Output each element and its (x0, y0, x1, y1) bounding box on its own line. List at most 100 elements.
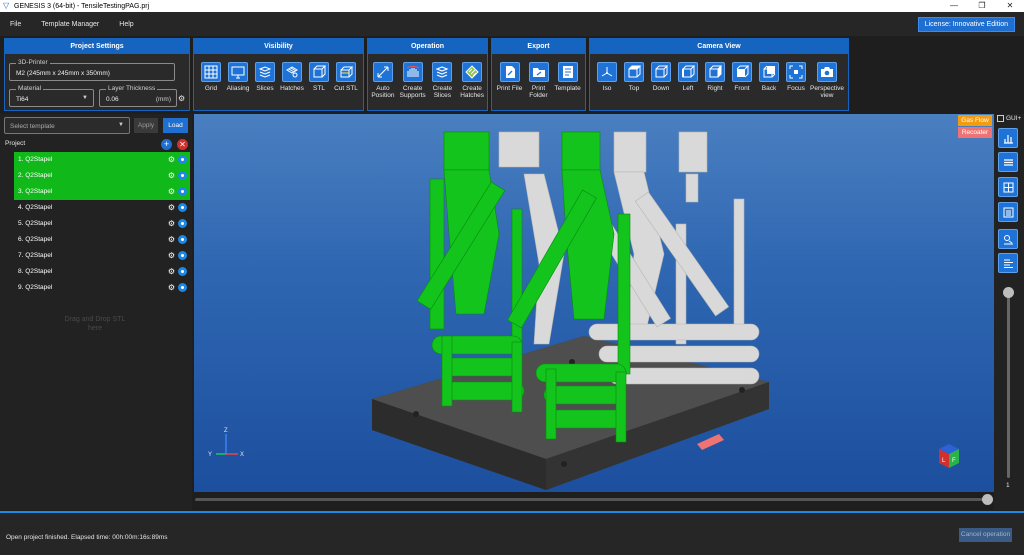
focus-button[interactable]: Focus (783, 62, 809, 99)
down-view-button[interactable]: Down (648, 62, 674, 99)
title-bar: ▽ GENESIS 3 (64-bit) - TensileTestingPAG… (0, 0, 1024, 12)
menu-help[interactable]: Help (109, 21, 143, 28)
hatches-button[interactable]: Hatches (279, 62, 305, 92)
create-slices-button[interactable]: Create Slices (428, 62, 457, 99)
status-bar: Open project finished. Elapsed time: 00h… (0, 513, 1024, 555)
list-item[interactable]: 4. Q2Stapel ⚙ (14, 200, 190, 216)
export-panel: Export Print File Print Folder Template (491, 38, 586, 111)
load-button[interactable]: Load (163, 118, 188, 133)
gear-icon[interactable]: ⚙ (168, 267, 175, 276)
menu-file[interactable]: File (0, 21, 31, 28)
recoater-badge[interactable]: Recoater (958, 127, 992, 138)
gear-icon[interactable]: ⚙ (168, 203, 175, 212)
template-select[interactable]: Select template ▼ (4, 117, 130, 134)
layers-icon (1003, 207, 1014, 218)
app-logo-icon: ▽ (3, 1, 10, 10)
gear-icon[interactable]: ⚙ (168, 235, 175, 244)
eye-icon[interactable] (178, 235, 187, 244)
bar-chart-button[interactable] (998, 128, 1018, 148)
print-folder-button[interactable]: Print Folder (525, 62, 553, 99)
layers-button[interactable] (998, 202, 1018, 222)
menu-template-manager[interactable]: Template Manager (31, 21, 109, 28)
add-part-button[interactable]: + (161, 139, 172, 150)
left-view-button[interactable]: Left (675, 62, 701, 99)
material-select[interactable]: Material Ti64 ▼ (9, 85, 94, 107)
timeline-slider-handle[interactable] (982, 494, 993, 505)
remove-part-button[interactable]: ✕ (177, 139, 188, 150)
list-button[interactable] (998, 152, 1018, 172)
settings-icon (1004, 235, 1013, 245)
template-button[interactable]: Template (554, 62, 582, 99)
close-button[interactable]: ✕ (996, 0, 1024, 12)
export-header: Export (492, 39, 585, 54)
slices-button[interactable]: Slices (252, 62, 278, 92)
list-item[interactable]: 2. Q2Stapel ⚙ (14, 168, 190, 184)
list-item[interactable]: 6. Q2Stapel ⚙ (14, 232, 190, 248)
window-title: GENESIS 3 (64-bit) - TensileTestingPAG.p… (14, 2, 150, 10)
align-button[interactable] (998, 253, 1018, 273)
cut-stl-button[interactable]: Cut STL (333, 62, 359, 92)
operation-header: Operation (368, 39, 487, 54)
top-view-button[interactable]: Top (621, 62, 647, 99)
layer-thickness-label: Layer Thickness (106, 85, 158, 92)
layer-slider-track[interactable] (1007, 292, 1010, 478)
camera-view-panel: Camera View Iso Top Down Left Right Fron… (589, 38, 849, 111)
back-view-button[interactable]: Back (756, 62, 782, 99)
timeline-slider-track[interactable] (195, 498, 987, 501)
gear-icon[interactable]: ⚙ (168, 251, 175, 260)
aliasing-button[interactable]: Aliasing (225, 62, 251, 92)
eye-icon[interactable] (178, 203, 187, 212)
list-item[interactable]: 1. Q2Stapel ⚙ (14, 152, 190, 168)
list-item[interactable]: 8. Q2Stapel ⚙ (14, 264, 190, 280)
gear-icon[interactable]: ⚙ (168, 283, 175, 292)
right-view-button[interactable]: Right (702, 62, 728, 99)
view-cube[interactable] (939, 444, 959, 468)
gear-icon[interactable]: ⚙ (168, 219, 175, 228)
list-item[interactable]: 3. Q2Stapel ⚙ (14, 184, 190, 200)
3d-viewport[interactable]: Z Y X L F (194, 114, 994, 492)
license-button[interactable]: License: Innovative Edition (917, 17, 1015, 32)
minimize-button[interactable]: — (940, 0, 968, 12)
print-file-button[interactable]: Print File (496, 62, 524, 99)
grid-button[interactable]: Grid (198, 62, 224, 92)
eye-icon[interactable] (178, 251, 187, 260)
iso-view-button[interactable]: Iso (594, 62, 620, 99)
list-item[interactable]: 5. Q2Stapel ⚙ (14, 216, 190, 232)
list-item[interactable]: 7. Q2Stapel ⚙ (14, 248, 190, 264)
auto-position-button[interactable]: Auto Position (369, 62, 398, 99)
close-icon: ✕ (179, 140, 186, 149)
layer-slider-handle[interactable] (1003, 287, 1014, 298)
front-view-button[interactable]: Front (729, 62, 755, 99)
apply-button[interactable]: Apply (134, 118, 158, 133)
stl-button[interactable]: STL (306, 62, 332, 92)
gear-icon[interactable]: ⚙ (168, 187, 175, 196)
iso-view-icon (597, 62, 617, 82)
gear-icon[interactable]: ⚙ (168, 171, 175, 180)
project-settings-panel: Project Settings 3D-Printer M2 (245mm x … (4, 38, 190, 111)
axis-y-label: Y (208, 452, 212, 458)
project-label: Project (5, 140, 26, 147)
layer-slider-value: 1 (1006, 482, 1010, 489)
eye-icon[interactable] (178, 283, 187, 292)
settings-gear-icon[interactable]: ⚙ (178, 94, 185, 103)
create-hatches-button[interactable]: Create Hatches (458, 62, 487, 99)
layer-thickness-field[interactable]: Layer Thickness 0.06 (mm) (99, 85, 177, 107)
eye-icon[interactable] (178, 155, 187, 164)
perspective-view-button[interactable]: Perspective view (810, 62, 844, 99)
printer-field[interactable]: 3D-Printer M2 (245mm x 245mm x 350mm) (9, 59, 175, 81)
list-item[interactable]: 9. Q2Stapel ⚙ (14, 280, 190, 296)
eye-icon[interactable] (178, 219, 187, 228)
supports-icon (402, 62, 423, 82)
grid-view-button[interactable] (998, 177, 1018, 197)
gear-icon[interactable]: ⚙ (168, 155, 175, 164)
gas-flow-badge[interactable]: Gas Flow (958, 115, 992, 126)
cancel-operation-button[interactable]: Cancel operation (959, 528, 1012, 542)
eye-icon[interactable] (178, 171, 187, 180)
eye-icon[interactable] (178, 267, 187, 276)
gui-plus-checkbox[interactable]: GUI+ (997, 115, 1021, 122)
eye-icon[interactable] (178, 187, 187, 196)
create-supports-button[interactable]: Create Supports (398, 62, 427, 99)
restore-button[interactable]: ❐ (968, 0, 996, 12)
part-settings-button[interactable] (998, 229, 1018, 249)
stl-drop-zone[interactable]: Drag and Drop STL here (60, 315, 130, 333)
